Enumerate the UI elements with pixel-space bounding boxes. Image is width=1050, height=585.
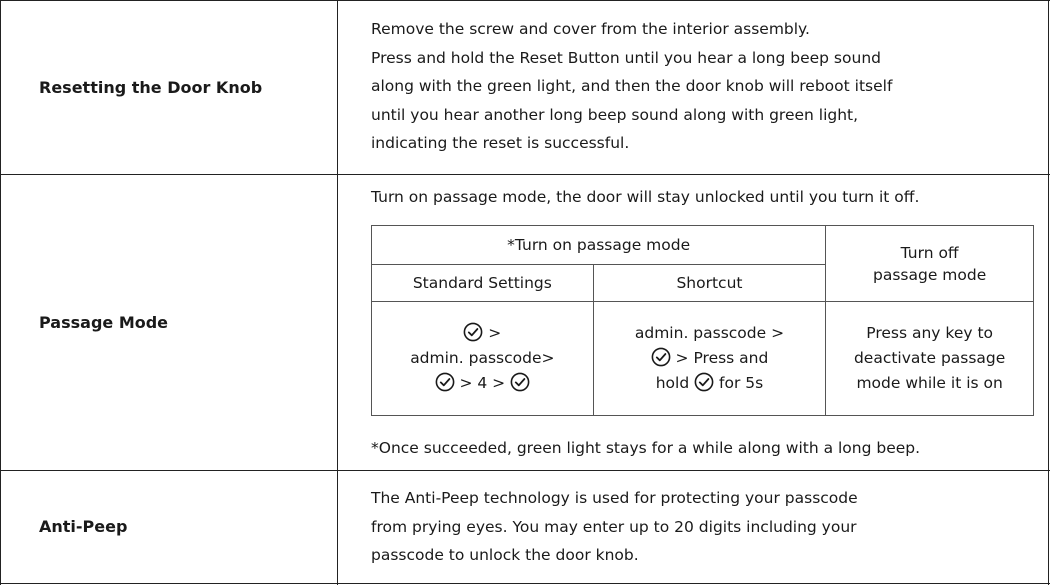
check-circle-icon — [435, 372, 454, 392]
passage-mode-table: *Turn on passage mode Turn off passage m… — [370, 225, 1034, 416]
header-turn-off: Turn off passage mode — [825, 225, 1034, 302]
table-right-border — [1048, 0, 1049, 585]
column-divider — [337, 0, 338, 585]
anti-peep-line: The Anti-Peep technology is used for pro… — [371, 489, 858, 507]
reset-line: indicating the reset is successful. — [371, 134, 630, 152]
anti-peep-line: from prying eyes. You may enter up to 20… — [371, 517, 857, 536]
check-circle-icon — [651, 347, 671, 367]
header-turn-off-line: Turn off — [900, 243, 959, 262]
reset-instructions: Remove the screw and cover from the inte… — [371, 15, 892, 158]
row-label-passage-mode: Passage Mode — [39, 312, 169, 332]
row-label-anti-peep: Anti-Peep — [39, 517, 128, 536]
check-circle-icon — [463, 322, 483, 342]
anti-peep-line: passcode to unlock the door knob. — [371, 546, 639, 564]
cell-shortcut-steps: admin. passcode > > Press and hold for 5… — [592, 301, 827, 416]
header-standard-settings: Standard Settings — [371, 264, 594, 302]
check-circle-icon — [694, 372, 714, 392]
header-shortcut: Shortcut — [592, 264, 827, 302]
reset-line: until you hear another long beep sound a… — [371, 105, 859, 124]
check-circle-icon — [510, 372, 530, 392]
header-turn-off-line: passage mode — [873, 265, 987, 284]
anti-peep-description: The Anti-Peep technology is used for pro… — [371, 484, 858, 570]
cell-turn-off-steps: Press any key to deactivate passage mode… — [825, 301, 1034, 416]
header-turn-on: *Turn on passage mode — [370, 225, 827, 265]
reset-line: along with the green light, and then the… — [371, 77, 893, 95]
passage-mode-intro: Turn on passage mode, the door will stay… — [371, 188, 920, 206]
row-label-reset: Resetting the Door Knob — [39, 77, 263, 97]
table-bottom-border — [0, 583, 1050, 584]
reset-line: Press and hold the Reset Button until yo… — [371, 48, 881, 67]
reset-line: Remove the screw and cover from the inte… — [371, 20, 810, 38]
cell-standard-steps: > admin. passcode> > 4 > — [371, 301, 594, 416]
passage-mode-note: *Once succeeded, green light stays for a… — [371, 439, 921, 457]
